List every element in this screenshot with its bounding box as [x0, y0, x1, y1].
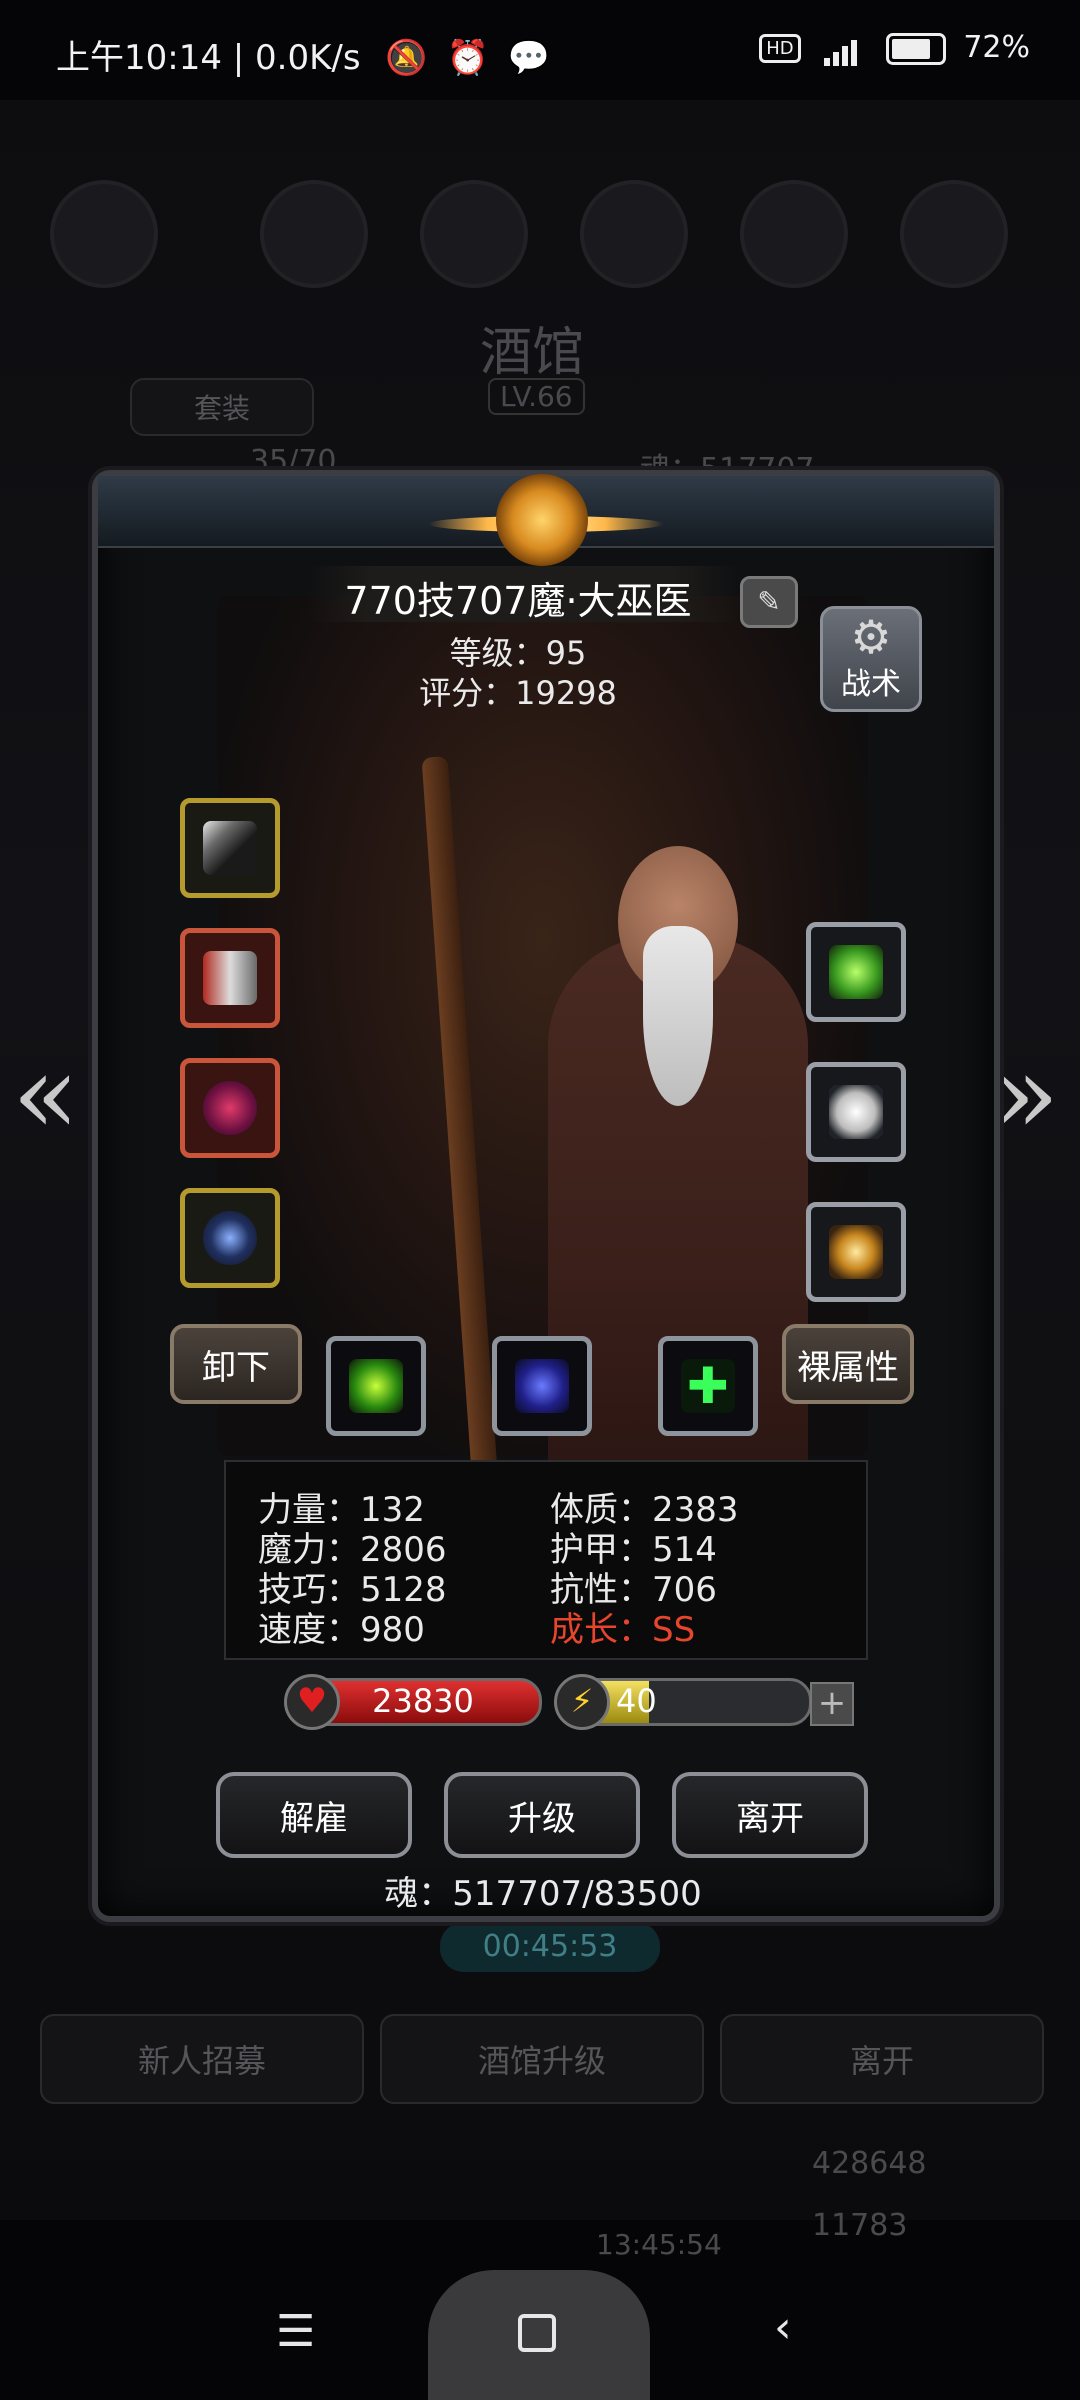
- bg-tavern-level: LV.66: [488, 378, 585, 415]
- prev-hero-arrow-icon[interactable]: «: [12, 1030, 79, 1158]
- hero-staff-art: [421, 756, 501, 1516]
- green-claw-skill-icon: [349, 1359, 403, 1413]
- energy-value: 40: [616, 1682, 657, 1720]
- staff-icon: [203, 821, 257, 875]
- equip-slot-lantern[interactable]: [806, 1202, 906, 1302]
- hp-value: 23830: [372, 1682, 474, 1720]
- edit-name-icon[interactable]: ✎: [740, 576, 798, 628]
- equip-slot-armor[interactable]: [180, 928, 280, 1028]
- equip-slot-amulet[interactable]: [180, 1058, 280, 1158]
- status-bar: 上午10:14 | 0.0K/s 🔕 ⏰ 💬 HD 72%: [0, 0, 1080, 100]
- necklace-icon: [203, 1211, 257, 1265]
- bg-icon: [900, 180, 1008, 288]
- green-crystal-icon: [829, 945, 883, 999]
- equip-slot-necklace[interactable]: [180, 1188, 280, 1288]
- equip-slot-weapon[interactable]: [180, 798, 280, 898]
- battery-text: 72%: [963, 30, 1030, 65]
- battery-icon: [885, 32, 946, 65]
- bg-recruit-button: 新人招募: [40, 2014, 364, 2104]
- heart-icon: ♥: [284, 1674, 340, 1730]
- signal-icon: [824, 31, 860, 66]
- wechat-icon: 💬: [507, 38, 551, 78]
- hero-dialog: 770技707魔·大巫医 ✎ 等级：95 评分：19298 ⚙ 战术 卸下 ✚ …: [92, 470, 1000, 1922]
- stats-panel: 力量：132 魔力：2806 技巧：5128 速度：980 体质：2383 护甲…: [224, 1460, 868, 1660]
- next-hero-arrow-icon[interactable]: »: [992, 1030, 1059, 1158]
- alarm-icon: ⏰: [446, 38, 489, 78]
- tactics-button[interactable]: ⚙ 战术: [820, 606, 922, 712]
- status-left: 上午10:14 | 0.0K/s 🔕 ⏰ 💬: [56, 30, 550, 79]
- bg-clock: 13:45:54: [596, 2228, 722, 2261]
- stat-growth: 成长：SS: [550, 1610, 696, 1650]
- hero-beard-art: [643, 926, 713, 1106]
- leave-button[interactable]: 离开: [672, 1772, 868, 1858]
- status-time-speed: 上午10:14 | 0.0K/s: [56, 38, 361, 78]
- bg-icon: [740, 180, 848, 288]
- unequip-button[interactable]: 卸下: [170, 1324, 302, 1404]
- emblem-icon: [496, 474, 588, 566]
- green-cross-skill-icon: ✚: [681, 1359, 735, 1413]
- bg-set-button: 套装: [130, 378, 314, 436]
- mute-icon: 🔕: [385, 38, 428, 78]
- bg-icon: [420, 180, 528, 288]
- home-icon: [518, 2314, 556, 2352]
- equip-slot-gem[interactable]: [806, 922, 906, 1022]
- skill-slot-3[interactable]: ✚: [658, 1336, 758, 1436]
- bg-timer: 00:45:53: [440, 1922, 660, 1972]
- bg-avatar: [50, 180, 158, 288]
- add-energy-button[interactable]: +: [810, 1682, 854, 1726]
- soul-progress: 魂：517707/83500: [384, 1874, 702, 1914]
- upgrade-button[interactable]: 升级: [444, 1772, 640, 1858]
- lightning-icon: ⚡: [554, 1674, 610, 1730]
- hd-badge: HD: [759, 34, 801, 63]
- raw-attributes-button[interactable]: 裸属性: [782, 1324, 914, 1404]
- blue-beast-skill-icon: [515, 1359, 569, 1413]
- gear-icon: ⚙: [850, 610, 892, 664]
- bg-gems: 11783: [812, 2208, 908, 2243]
- hero-name: 770技707魔·大巫医: [344, 579, 692, 623]
- tactics-label: 战术: [841, 667, 901, 702]
- amulet-red-icon: [203, 1081, 257, 1135]
- bg-icon: [580, 180, 688, 288]
- skill-slot-1[interactable]: [326, 1336, 426, 1436]
- bg-leave-button: 离开: [720, 2014, 1044, 2104]
- skill-slot-2[interactable]: [492, 1336, 592, 1436]
- menu-icon[interactable]: ☰: [276, 2306, 315, 2357]
- bg-icon: [260, 180, 368, 288]
- bg-tavern-title: 酒馆: [480, 323, 585, 383]
- lantern-icon: [829, 1225, 883, 1279]
- bg-gold: 428648: [812, 2146, 927, 2181]
- armor-icon: [203, 951, 257, 1005]
- equip-slot-wing[interactable]: [806, 1062, 906, 1162]
- hero-portrait: [218, 596, 868, 1516]
- bg-upgrade-tavern-button: 酒馆升级: [380, 2014, 704, 2104]
- stat-speed: 速度：980: [258, 1610, 425, 1650]
- dismiss-button[interactable]: 解雇: [216, 1772, 412, 1858]
- white-wing-icon: [829, 1085, 883, 1139]
- hero-score: 评分：19298: [419, 674, 617, 712]
- status-right: HD 72%: [759, 30, 1030, 66]
- back-icon[interactable]: ‹: [774, 2302, 792, 2353]
